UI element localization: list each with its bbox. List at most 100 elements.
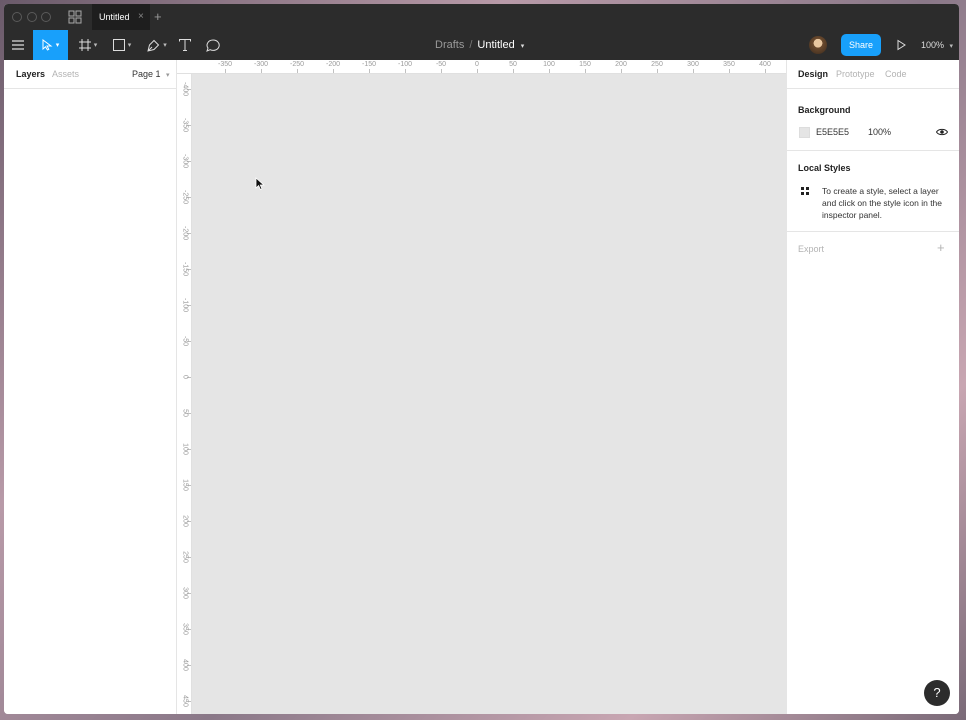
pen-icon bbox=[147, 39, 160, 52]
ruler-label: 50 bbox=[509, 61, 517, 68]
tab-layers[interactable]: Layers bbox=[16, 60, 45, 89]
app-window: Untitled × + ▾ ▾ ▾ ▾ Drafts / Untitled ▾… bbox=[4, 4, 959, 714]
breadcrumb: Drafts / Untitled ▾ bbox=[435, 30, 524, 60]
ruler-label: 50 bbox=[181, 409, 189, 417]
ruler-tick bbox=[405, 69, 406, 73]
tab-close-icon[interactable]: × bbox=[138, 4, 144, 30]
chevron-down-icon[interactable]: ▾ bbox=[521, 43, 525, 50]
horizontal-ruler: -350 -300 -250 -200 -150 -100 -50 0 50 100 150 200 2… bbox=[177, 60, 786, 74]
breadcrumb-folder[interactable]: Drafts bbox=[435, 39, 464, 51]
ruler-tick bbox=[333, 69, 334, 73]
ruler-label: -150 bbox=[361, 61, 377, 68]
page-selector[interactable]: Page 1 ▾ bbox=[132, 60, 170, 90]
frame-icon bbox=[78, 39, 91, 51]
local-styles-message: To create a style, select a layer and cl… bbox=[822, 186, 943, 220]
ruler-label: -350 bbox=[217, 61, 233, 68]
minimize-window-button[interactable] bbox=[27, 12, 37, 22]
left-panel-header: Layers Assets Page 1 ▾ bbox=[4, 60, 177, 89]
file-tab[interactable]: Untitled × bbox=[92, 4, 150, 30]
chevron-down-icon: ▾ bbox=[163, 42, 167, 49]
right-panel: Design Prototype Code Background E5E5E5 … bbox=[786, 60, 959, 714]
ruler-tick bbox=[585, 69, 586, 73]
ruler-tick bbox=[513, 69, 514, 73]
canvas[interactable] bbox=[192, 74, 786, 714]
ruler-tick bbox=[261, 69, 262, 73]
ruler-label: 350 bbox=[723, 61, 735, 68]
ruler-label: 450 bbox=[181, 695, 189, 707]
frame-tool-button[interactable]: ▾ bbox=[76, 30, 100, 60]
share-button[interactable]: Share bbox=[841, 34, 881, 56]
title-bar: Untitled × + bbox=[4, 4, 959, 30]
left-panel: Layers Assets Page 1 ▾ bbox=[4, 60, 177, 714]
ruler-label: 150 bbox=[579, 61, 591, 68]
ruler-label: -250 bbox=[181, 190, 189, 205]
ruler-label: 150 bbox=[181, 479, 189, 491]
ruler-label: -250 bbox=[289, 61, 305, 68]
ruler-label: 250 bbox=[651, 61, 663, 68]
ruler-tick bbox=[297, 69, 298, 73]
file-name[interactable]: Untitled bbox=[477, 39, 514, 51]
help-button[interactable]: ? bbox=[924, 680, 950, 706]
ruler-label: 300 bbox=[181, 587, 189, 599]
ruler-label: -200 bbox=[181, 226, 189, 241]
ruler-label: 400 bbox=[181, 659, 189, 671]
pen-tool-button[interactable]: ▾ bbox=[144, 30, 170, 60]
comment-tool-button[interactable] bbox=[205, 30, 221, 60]
section-divider bbox=[787, 150, 959, 151]
main-menu-button[interactable] bbox=[10, 30, 26, 60]
move-cursor-icon bbox=[42, 39, 53, 51]
ruler-tick bbox=[225, 69, 226, 73]
grid-icon[interactable] bbox=[68, 10, 82, 24]
tab-code[interactable]: Code bbox=[885, 60, 907, 89]
background-opacity-input[interactable]: 100% bbox=[868, 127, 891, 137]
ruler-tick bbox=[549, 69, 550, 73]
ruler-label: 100 bbox=[181, 443, 189, 455]
ruler-label: -200 bbox=[325, 61, 341, 68]
eye-icon[interactable] bbox=[936, 127, 948, 137]
ruler-label: -300 bbox=[181, 154, 189, 169]
shape-tool-button[interactable]: ▾ bbox=[110, 30, 134, 60]
play-icon[interactable] bbox=[894, 38, 908, 52]
ruler-tick bbox=[477, 69, 478, 73]
zoom-dropdown[interactable]: 100% ▾ bbox=[921, 30, 953, 60]
ruler-tick bbox=[729, 69, 730, 73]
ruler-label: -300 bbox=[253, 61, 269, 68]
chevron-down-icon: ▾ bbox=[949, 43, 954, 50]
ruler-label: 100 bbox=[543, 61, 555, 68]
tab-assets[interactable]: Assets bbox=[52, 60, 79, 89]
avatar[interactable] bbox=[809, 36, 827, 54]
comment-icon bbox=[206, 38, 220, 52]
ruler-tick bbox=[657, 69, 658, 73]
page-selector-label: Page 1 bbox=[132, 69, 161, 79]
zoom-level: 100% bbox=[921, 40, 945, 50]
ruler-label: 200 bbox=[615, 61, 627, 68]
add-export-button[interactable]: + bbox=[937, 241, 945, 255]
vertical-ruler: -400 -350 -300 -250 -200 -150 -100 -50 0 50 100 150… bbox=[177, 74, 192, 714]
ruler-label: -150 bbox=[181, 262, 189, 277]
close-window-button[interactable] bbox=[12, 12, 22, 22]
tab-design[interactable]: Design bbox=[798, 60, 828, 89]
ruler-label: -350 bbox=[181, 118, 189, 133]
section-divider bbox=[787, 231, 959, 232]
new-tab-button[interactable]: + bbox=[154, 4, 162, 30]
background-section-title: Background bbox=[798, 105, 851, 115]
tab-prototype[interactable]: Prototype bbox=[836, 60, 875, 89]
move-tool-button[interactable]: ▾ bbox=[33, 30, 68, 60]
ruler-tick bbox=[765, 69, 766, 73]
ruler-label: 200 bbox=[181, 515, 189, 527]
ruler-tick bbox=[369, 69, 370, 73]
text-tool-button[interactable] bbox=[178, 30, 192, 60]
ruler-label: -50 bbox=[435, 61, 447, 68]
ruler-tick bbox=[621, 69, 622, 73]
chevron-down-icon: ▾ bbox=[127, 42, 132, 49]
breadcrumb-separator: / bbox=[469, 39, 473, 51]
hamburger-icon bbox=[12, 40, 24, 50]
background-hex-input[interactable]: E5E5E5 bbox=[816, 127, 849, 137]
maximize-window-button[interactable] bbox=[41, 12, 51, 22]
ruler-label: 300 bbox=[687, 61, 699, 68]
styles-icon bbox=[801, 187, 809, 195]
chevron-down-icon: ▾ bbox=[166, 72, 170, 79]
background-color-swatch[interactable] bbox=[799, 127, 810, 138]
ruler-label: 0 bbox=[475, 61, 479, 68]
local-styles-section-title: Local Styles bbox=[798, 163, 851, 173]
